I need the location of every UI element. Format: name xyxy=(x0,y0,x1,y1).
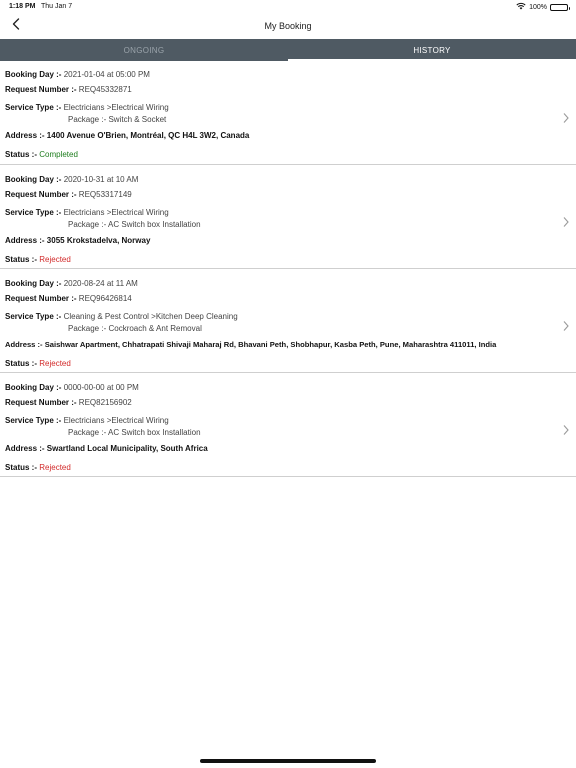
status-label: Status :- xyxy=(5,463,37,472)
chevron-right-icon xyxy=(562,319,570,331)
booking-day-value: 2020-10-31 at 10 AM xyxy=(63,175,139,184)
address-value: 3055 Krokstadelva, Norway xyxy=(46,236,151,245)
booking-card[interactable]: Booking Day :- 0000-00-00 at 00 PM Reque… xyxy=(0,373,576,477)
package-value: Package :- Cockroach & Ant Removal xyxy=(68,324,202,333)
address-label: Address :- xyxy=(5,131,45,140)
service-type-row: Service Type :- Cleaning & Pest Control … xyxy=(5,312,238,321)
address-row: Address :- Swartland Local Municipality,… xyxy=(5,444,208,453)
booking-day-label: Booking Day :- xyxy=(5,383,62,392)
booking-list: Booking Day :- 2021-01-04 at 05:00 PM Re… xyxy=(0,61,576,477)
booking-tabs: ONGOING HISTORY xyxy=(0,39,576,61)
booking-day-label: Booking Day :- xyxy=(5,175,62,184)
status-time: 1:18 PM xyxy=(9,3,36,10)
booking-day-label: Booking Day :- xyxy=(5,279,62,288)
address-value: 1400 Avenue O'Brien, Montréal, QC H4L 3W… xyxy=(46,131,250,140)
service-type-row: Service Type :- Electricians >Electrical… xyxy=(5,208,169,217)
tab-history[interactable]: HISTORY xyxy=(288,39,576,61)
package-row: Package :- AC Switch box Installation xyxy=(68,428,201,437)
status-value: Rejected xyxy=(39,463,71,472)
booking-card[interactable]: Booking Day :- 2020-10-31 at 10 AM Reque… xyxy=(0,165,576,269)
request-number-label: Request Number :- xyxy=(5,85,77,94)
service-type-label: Service Type :- xyxy=(5,103,62,112)
request-number-label: Request Number :- xyxy=(5,190,77,199)
booking-day-label: Booking Day :- xyxy=(5,70,62,79)
request-number-label: Request Number :- xyxy=(5,398,77,407)
service-type-value: Cleaning & Pest Control >Kitchen Deep Cl… xyxy=(63,312,238,321)
request-number-row: Request Number :- REQ96426814 xyxy=(5,294,132,303)
status-row: Status :- Completed xyxy=(5,150,78,159)
service-type-label: Service Type :- xyxy=(5,208,62,217)
request-number-value: REQ45332871 xyxy=(78,85,132,94)
address-label: Address :- xyxy=(5,340,43,349)
status-label: Status :- xyxy=(5,359,37,368)
status-value: Rejected xyxy=(39,359,71,368)
service-type-label: Service Type :- xyxy=(5,312,62,321)
booking-day-value: 0000-00-00 at 00 PM xyxy=(63,383,139,392)
status-indicators: 100% xyxy=(516,2,570,12)
package-value: Package :- AC Switch box Installation xyxy=(68,428,201,437)
tab-ongoing[interactable]: ONGOING xyxy=(0,39,288,61)
booking-day-value: 2021-01-04 at 05:00 PM xyxy=(63,70,150,79)
service-type-value: Electricians >Electrical Wiring xyxy=(63,208,169,217)
request-number-value: REQ82156902 xyxy=(78,398,132,407)
request-number-row: Request Number :- REQ45332871 xyxy=(5,85,132,94)
wifi-icon xyxy=(516,2,526,12)
address-value: Swartland Local Municipality, South Afri… xyxy=(46,444,208,453)
status-bar: 1:18 PM Thu Jan 7 100% xyxy=(0,0,576,14)
address-label: Address :- xyxy=(5,236,45,245)
status-row: Status :- Rejected xyxy=(5,359,71,368)
battery-icon xyxy=(550,3,570,11)
address-row: Address :- 3055 Krokstadelva, Norway xyxy=(5,236,150,245)
status-date: Thu Jan 7 xyxy=(41,3,73,10)
booking-day-value: 2020-08-24 at 11 AM xyxy=(63,279,138,288)
package-value: Package :- AC Switch box Installation xyxy=(68,220,201,229)
status-label: Status :- xyxy=(5,255,37,264)
package-row: Package :- Cockroach & Ant Removal xyxy=(68,324,202,333)
booking-day-row: Booking Day :- 2020-10-31 at 10 AM xyxy=(5,175,138,184)
address-value: Saishwar Apartment, Chhatrapati Shivaji … xyxy=(44,340,497,349)
service-type-value: Electricians >Electrical Wiring xyxy=(63,416,169,425)
battery-percent: 100% xyxy=(529,3,547,11)
chevron-right-icon xyxy=(562,215,570,227)
package-row: Package :- AC Switch box Installation xyxy=(68,220,201,229)
service-type-label: Service Type :- xyxy=(5,416,62,425)
status-row: Status :- Rejected xyxy=(5,463,71,472)
status-value: Completed xyxy=(39,150,78,159)
booking-day-row: Booking Day :- 0000-00-00 at 00 PM xyxy=(5,383,139,392)
chevron-right-icon xyxy=(562,111,570,123)
request-number-row: Request Number :- REQ82156902 xyxy=(5,398,132,407)
status-value: Rejected xyxy=(39,255,71,264)
home-indicator[interactable] xyxy=(200,759,376,763)
service-type-row: Service Type :- Electricians >Electrical… xyxy=(5,103,169,112)
request-number-row: Request Number :- REQ53317149 xyxy=(5,190,132,199)
address-row: Address :- Saishwar Apartment, Chhatrapa… xyxy=(5,340,496,349)
booking-card[interactable]: Booking Day :- 2021-01-04 at 05:00 PM Re… xyxy=(0,61,576,165)
address-row: Address :- 1400 Avenue O'Brien, Montréal… xyxy=(5,131,249,140)
service-type-value: Electricians >Electrical Wiring xyxy=(63,103,169,112)
my-booking-screen: 1:18 PM Thu Jan 7 100% My Booking ONGOIN… xyxy=(0,0,576,768)
booking-card[interactable]: Booking Day :- 2020-08-24 at 11 AM Reque… xyxy=(0,269,576,373)
status-label: Status :- xyxy=(5,150,37,159)
chevron-right-icon xyxy=(562,423,570,435)
service-type-row: Service Type :- Electricians >Electrical… xyxy=(5,416,169,425)
page-title: My Booking xyxy=(264,21,312,31)
package-row: Package :- Switch & Socket xyxy=(68,115,166,124)
address-label: Address :- xyxy=(5,444,45,453)
request-number-label: Request Number :- xyxy=(5,294,77,303)
navigation-bar: My Booking xyxy=(0,14,576,39)
package-value: Package :- Switch & Socket xyxy=(68,115,167,124)
status-row: Status :- Rejected xyxy=(5,255,71,264)
booking-day-row: Booking Day :- 2020-08-24 at 11 AM xyxy=(5,279,138,288)
booking-day-row: Booking Day :- 2021-01-04 at 05:00 PM xyxy=(5,70,150,79)
request-number-value: REQ53317149 xyxy=(78,190,132,199)
request-number-value: REQ96426814 xyxy=(78,294,132,303)
